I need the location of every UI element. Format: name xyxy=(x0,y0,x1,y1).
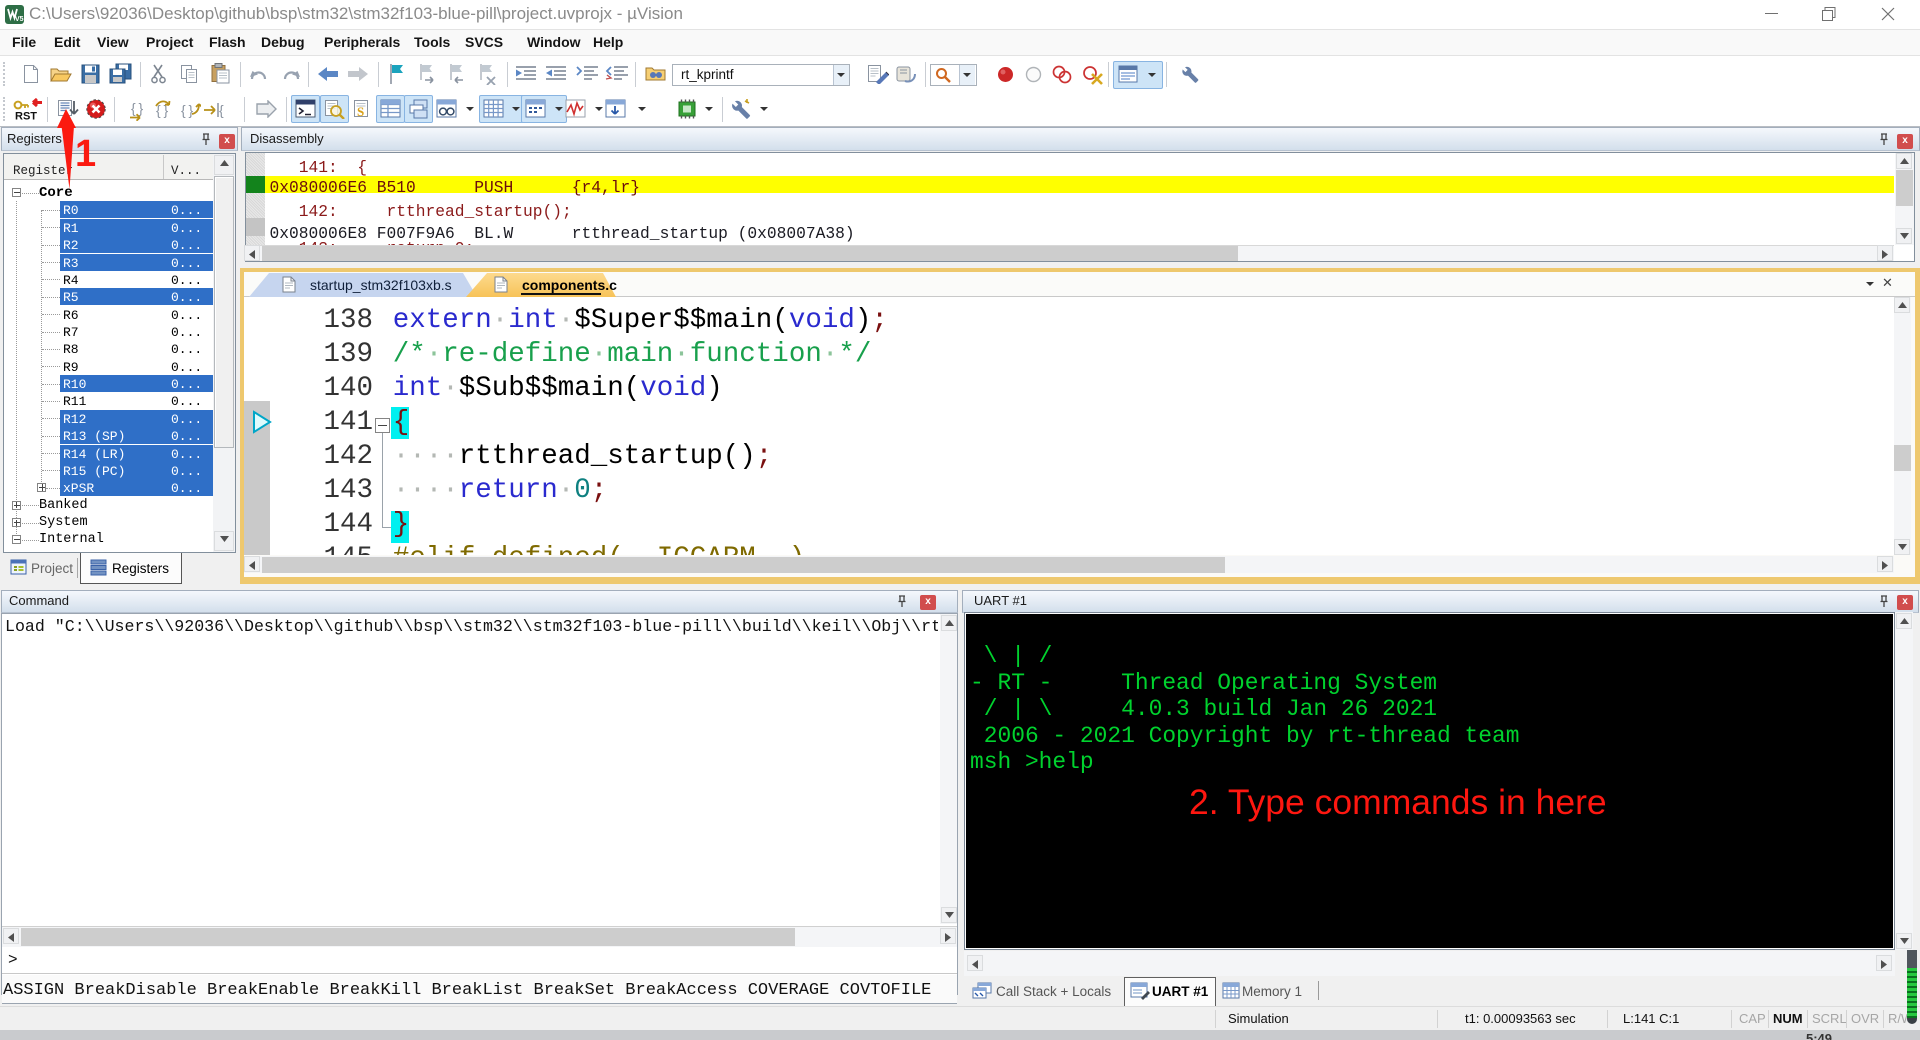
svg-text:{ }: { } xyxy=(131,100,143,116)
svg-text:{ }: { } xyxy=(181,102,193,118)
svg-text:S: S xyxy=(357,104,364,119)
svg-text:RST: RST xyxy=(15,111,37,123)
svg-text:V5: V5 xyxy=(15,16,24,23)
svg-text:{: { xyxy=(219,102,224,118)
